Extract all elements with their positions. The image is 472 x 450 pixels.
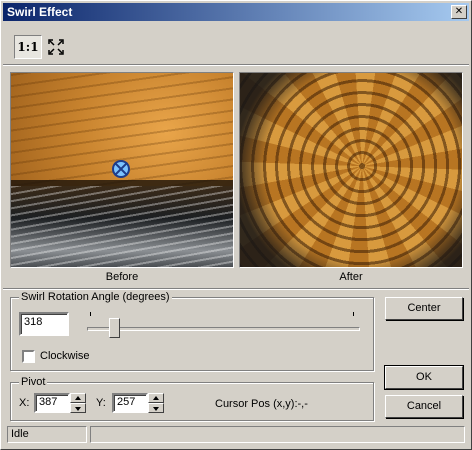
preview-divider	[3, 288, 469, 290]
clockwise-checkbox[interactable]	[22, 350, 35, 363]
window-title: Swirl Effect	[7, 5, 73, 19]
clockwise-label[interactable]: Clockwise	[40, 350, 90, 362]
cursor-position-readout: Cursor Pos (x,y):-,-	[215, 398, 308, 410]
before-water-area	[11, 185, 233, 267]
actual-size-button[interactable]: 1:1	[14, 35, 42, 59]
pivot-x-label: X:	[19, 397, 30, 409]
status-detail	[90, 426, 465, 443]
cancel-button[interactable]: Cancel	[385, 395, 463, 418]
pivot-group-title: Pivot	[19, 376, 48, 388]
angle-slider-thumb[interactable]	[108, 318, 120, 338]
ok-button[interactable]: OK	[384, 365, 464, 390]
fit-to-window-icon[interactable]	[46, 35, 66, 59]
angle-slider-track[interactable]	[87, 327, 360, 331]
after-preview-image	[239, 72, 463, 268]
slider-max-tick	[353, 312, 354, 316]
pivot-y-input[interactable]: 257	[112, 393, 148, 413]
pivot-y-label: Y:	[96, 397, 106, 409]
pivot-x-up-icon[interactable]	[70, 393, 86, 403]
before-preview-image[interactable]	[10, 72, 234, 268]
slider-min-tick	[90, 312, 91, 316]
status-text: Idle	[7, 426, 87, 443]
after-swirl-edges	[240, 73, 462, 267]
center-button[interactable]: Center	[385, 297, 463, 320]
pivot-y-spinner[interactable]	[148, 393, 164, 413]
pivot-y-down-icon[interactable]	[148, 403, 164, 413]
swirl-angle-group: Swirl Rotation Angle (degrees) 318 Clock…	[10, 291, 374, 371]
after-caption: After	[339, 271, 363, 283]
pivot-group: Pivot X: 387 Y: 257 Cursor Pos (x,y):-,-	[10, 376, 374, 421]
pivot-x-input[interactable]: 387	[34, 393, 70, 413]
swirl-group-title: Swirl Rotation Angle (degrees)	[19, 291, 172, 303]
pivot-y-up-icon[interactable]	[148, 393, 164, 403]
pivot-x-down-icon[interactable]	[70, 403, 86, 413]
toolbar-divider	[3, 64, 469, 66]
close-icon[interactable]: ✕	[451, 5, 467, 19]
angle-input[interactable]: 318	[19, 312, 69, 336]
pivot-x-spinner[interactable]	[70, 393, 86, 413]
title-bar[interactable]: Swirl Effect ✕	[3, 3, 469, 21]
pivot-marker-icon[interactable]	[112, 160, 130, 178]
swirl-effect-dialog: Swirl Effect ✕ 1:1 Before After Swirl Ro…	[0, 0, 472, 450]
before-caption: Before	[105, 271, 139, 283]
